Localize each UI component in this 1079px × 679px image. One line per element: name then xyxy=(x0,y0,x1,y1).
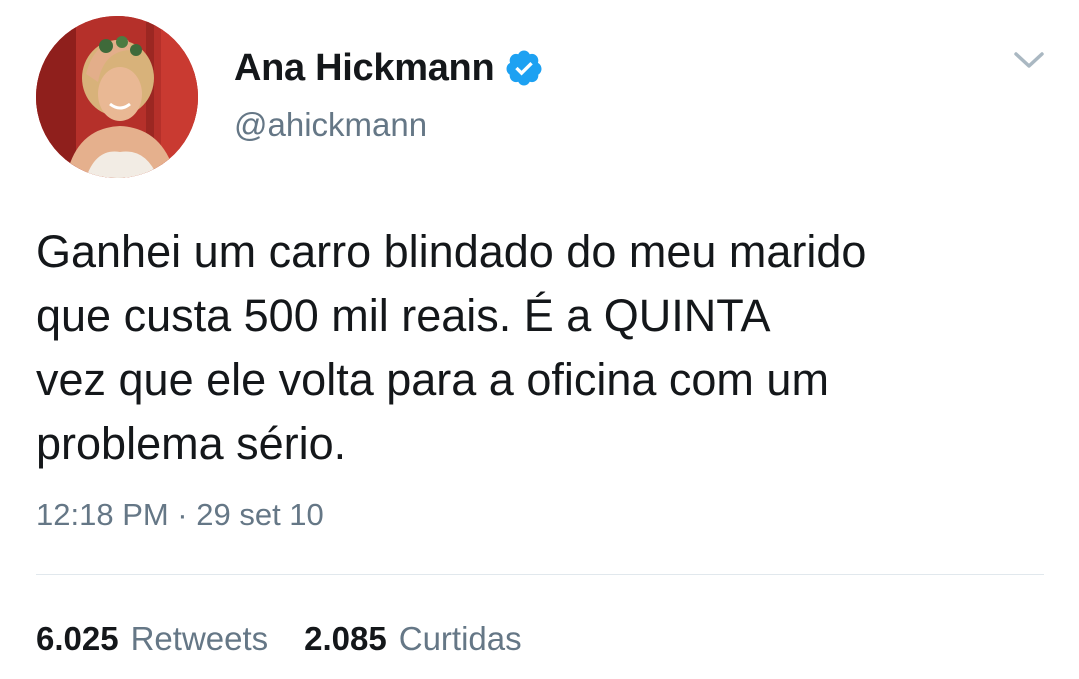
tweet-stats: 6.025 Retweets 2.085 Curtidas xyxy=(36,622,558,655)
tweet-text: Ganhei um carro blindado do meu marido q… xyxy=(36,226,867,469)
avatar-photo xyxy=(36,16,198,178)
likes-count: 2.085 xyxy=(304,620,387,657)
retweets-count: 6.025 xyxy=(36,620,119,657)
likes-stat[interactable]: 2.085 Curtidas xyxy=(304,622,521,655)
retweets-label: Retweets xyxy=(130,620,269,657)
likes-label: Curtidas xyxy=(398,620,522,657)
verified-badge-icon xyxy=(504,48,544,88)
author-name[interactable]: Ana Hickmann xyxy=(234,49,495,87)
author-handle[interactable]: @ahickmann xyxy=(234,108,427,141)
divider xyxy=(36,574,1044,575)
tweet-timestamp[interactable]: 12:18 PM · 29 set 10 xyxy=(36,497,324,532)
retweets-stat[interactable]: 6.025 Retweets xyxy=(36,622,268,655)
avatar[interactable] xyxy=(36,16,198,178)
chevron-down-icon[interactable] xyxy=(1012,48,1046,72)
author-block: Ana Hickmann xyxy=(234,48,544,88)
